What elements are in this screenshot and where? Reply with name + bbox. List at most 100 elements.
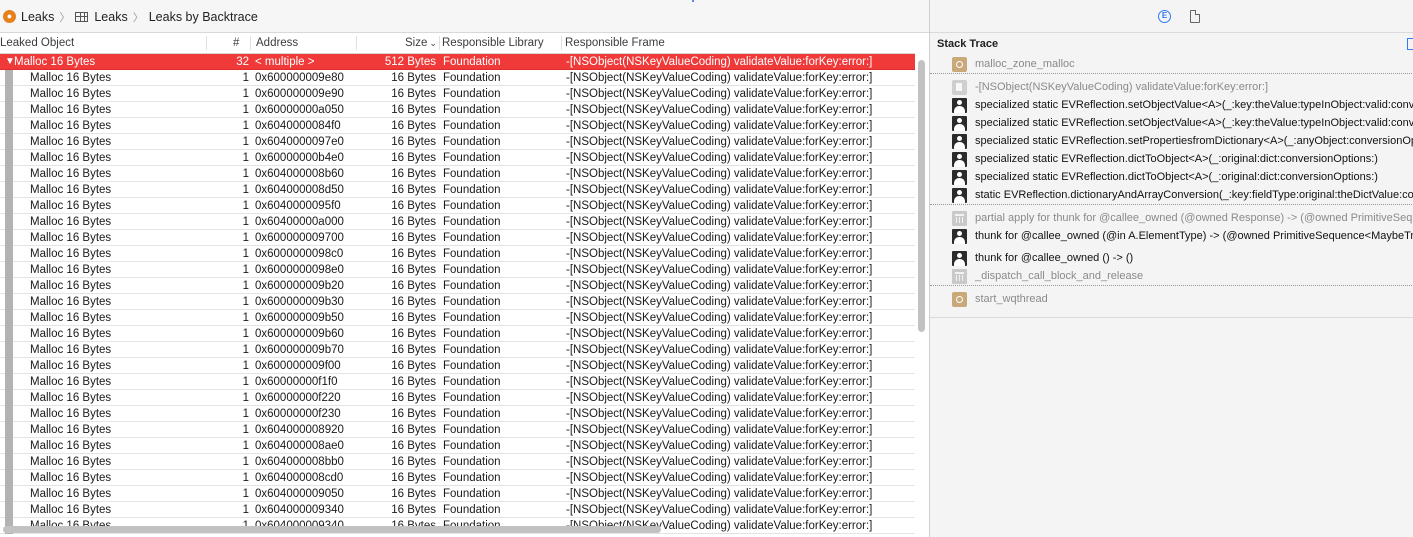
stack-trace-title: Stack Trace	[937, 38, 999, 50]
table-row[interactable]: Malloc 16 Bytes 1 0x60000000f230 16 Bytes Fo…	[0, 406, 915, 422]
table-row[interactable]: Malloc 16 Bytes 1 0x600000009e80 16 Bytes Fo…	[0, 70, 915, 86]
table-row[interactable]: Malloc 16 Bytes 1 0x604000009050 16 Bytes Fo…	[0, 486, 915, 502]
table-row-selected[interactable]: ▼ Malloc 16 Bytes 32 < multiple > 512 By…	[0, 54, 915, 70]
cell-frame: -[NSObject(NSKeyValueCoding) validateVal…	[566, 136, 873, 148]
table-row[interactable]: Malloc 16 Bytes 1 0x6000000098e0 16 Bytes Fo…	[0, 262, 915, 278]
breadcrumb-item-leaks-view[interactable]: Leaks	[94, 10, 127, 24]
table-row[interactable]: Malloc 16 Bytes 1 0x600000009b20 16 Bytes Fo…	[0, 278, 915, 294]
cell-address: 0x600000009b60	[255, 328, 344, 340]
stack-frame[interactable]: thunk for @callee_owned (@in A.ElementTy…	[930, 227, 1413, 245]
user-icon	[952, 152, 967, 167]
row-group-indicator	[5, 486, 13, 502]
stack-frame-label: specialized static EVReflection.setPrope…	[975, 135, 1413, 147]
table-row[interactable]: Malloc 16 Bytes 1 0x60000000f220 16 Bytes Fo…	[0, 390, 915, 406]
table-row[interactable]: Malloc 16 Bytes 1 0x600000009e90 16 Bytes Fo…	[0, 86, 915, 102]
table-row[interactable]: Malloc 16 Bytes 1 0x600000009b70 16 Bytes Fo…	[0, 342, 915, 358]
table-row[interactable]: Malloc 16 Bytes 1 0x604000008cd0 16 Bytes Fo…	[0, 470, 915, 486]
cell-address: 0x604000008bb0	[255, 456, 344, 468]
horizontal-scrollbar[interactable]	[0, 524, 915, 535]
column-header-address[interactable]: Address	[256, 37, 298, 49]
column-header-size[interactable]: Size ⌄	[405, 37, 437, 49]
column-header-leaked-object[interactable]: Leaked Object	[0, 37, 74, 49]
stack-frame[interactable]: thunk for @callee_owned () -> ()	[930, 249, 1413, 267]
table-row[interactable]: Malloc 16 Bytes 1 0x60000000a050 16 Bytes Fo…	[0, 102, 915, 118]
table-row[interactable]: Malloc 16 Bytes 1 0x604000008bb0 16 Bytes Fo…	[0, 454, 915, 470]
table-row[interactable]: Malloc 16 Bytes 1 0x6040000095f0 16 Bytes Fo…	[0, 198, 915, 214]
table-row[interactable]: Malloc 16 Bytes 1 0x600000009b30 16 Bytes Fo…	[0, 294, 915, 310]
stack-frame[interactable]: static EVReflection.dictionaryAndArrayCo…	[930, 186, 1413, 205]
cell-size: 16 Bytes	[391, 360, 436, 372]
cell-frame: -[NSObject(NSKeyValueCoding) validateVal…	[566, 344, 873, 356]
cell-library: Foundation	[443, 88, 501, 100]
stack-frame[interactable]: specialized static EVReflection.setObjec…	[930, 96, 1413, 114]
cell-address: 0x60000000a050	[255, 104, 344, 116]
table-view-icon	[75, 11, 89, 22]
cell-count: 1	[242, 168, 249, 180]
extended-detail-icon[interactable]: E	[1158, 10, 1171, 23]
table-row[interactable]: Malloc 16 Bytes 1 0x604000009340 16 Bytes Fo…	[0, 502, 915, 518]
table-row[interactable]: Malloc 16 Bytes 1 0x604000008920 16 Bytes Fo…	[0, 422, 915, 438]
cell-frame: -[NSObject(NSKeyValueCoding) validateVal…	[566, 248, 873, 260]
table-row[interactable]: Malloc 16 Bytes 1 0x604000008d50 16 Bytes Fo…	[0, 182, 915, 198]
cell-frame: -[NSObject(NSKeyValueCoding) validateVal…	[566, 104, 873, 116]
column-header-count[interactable]: #	[233, 37, 239, 49]
table-row[interactable]: Malloc 16 Bytes 1 0x60400000a000 16 Bytes Fo…	[0, 214, 915, 230]
column-divider[interactable]	[206, 36, 207, 50]
breadcrumb-item-leaks-by-backtrace[interactable]: Leaks by Backtrace	[149, 10, 258, 24]
cell-size: 16 Bytes	[391, 152, 436, 164]
cell-library: Foundation	[443, 248, 501, 260]
stack-frame[interactable]: -[NSObject(NSKeyValueCoding) validateVal…	[930, 78, 1413, 96]
column-header-frame[interactable]: Responsible Frame	[565, 37, 665, 49]
cell-leaked-object: Malloc 16 Bytes	[30, 88, 112, 100]
cell-library: Foundation	[443, 312, 501, 324]
cell-address: 0x604000008920	[255, 424, 344, 436]
table-row[interactable]: Malloc 16 Bytes 1 0x600000009f00 16 Bytes Fo…	[0, 358, 915, 374]
row-group-indicator	[5, 134, 13, 150]
stack-frame[interactable]: specialized static EVReflection.setPrope…	[930, 132, 1413, 150]
breadcrumb-item-leaks[interactable]: Leaks	[21, 10, 54, 24]
table-row[interactable]: Malloc 16 Bytes 1 0x600000009700 16 Bytes Fo…	[0, 230, 915, 246]
column-divider[interactable]	[250, 36, 251, 50]
horizontal-scroll-thumb[interactable]	[3, 526, 661, 533]
table-row[interactable]: Malloc 16 Bytes 1 0x6040000097e0 16 Bytes Fo…	[0, 134, 915, 150]
cell-library: Foundation	[443, 200, 501, 212]
vertical-scroll-thumb[interactable]	[918, 60, 925, 332]
table-row[interactable]: Malloc 16 Bytes 1 0x604000008b60 16 Bytes Fo…	[0, 166, 915, 182]
stack-frame[interactable]: specialized static EVReflection.dictToOb…	[930, 150, 1413, 168]
cell-size: 16 Bytes	[391, 104, 436, 116]
table-row[interactable]: Malloc 16 Bytes 1 0x60000000b4e0 16 Bytes Fo…	[0, 150, 915, 166]
cell-frame: -[NSObject(NSKeyValueCoding) validateVal…	[566, 376, 873, 388]
stack-frame[interactable]: _dispatch_call_block_and_release	[930, 267, 1413, 286]
column-divider[interactable]	[439, 36, 440, 50]
stack-frame[interactable]: start_wqthread	[930, 290, 1413, 308]
stack-frame[interactable]: specialized static EVReflection.dictToOb…	[930, 168, 1413, 186]
stack-frame[interactable]: specialized static EVReflection.setObjec…	[930, 114, 1413, 132]
table-row[interactable]: Malloc 16 Bytes 1 0x604000008ae0 16 Bytes Fo…	[0, 438, 915, 454]
vertical-scrollbar[interactable]	[917, 55, 926, 515]
column-divider[interactable]	[356, 36, 357, 50]
cell-address: 0x604000008b60	[255, 168, 344, 180]
cell-frame: -[NSObject(NSKeyValueCoding) validateVal…	[566, 296, 873, 308]
stack-trace-options-icon[interactable]	[1407, 38, 1413, 50]
table-row[interactable]: Malloc 16 Bytes 1 0x60000000f1f0 16 Bytes Fo…	[0, 374, 915, 390]
cell-leaked-object: Malloc 16 Bytes	[30, 456, 112, 468]
sort-descending-icon: ⌄	[429, 38, 437, 48]
column-header-library[interactable]: Responsible Library	[442, 37, 544, 49]
column-divider[interactable]	[561, 36, 562, 50]
cell-leaked-object: Malloc 16 Bytes	[30, 296, 112, 308]
stack-frame[interactable]: malloc_zone_malloc	[930, 55, 1413, 74]
document-icon[interactable]	[1190, 10, 1200, 23]
table-row[interactable]: Malloc 16 Bytes 1 0x600000009b50 16 Bytes Fo…	[0, 310, 915, 326]
cell-address: 0x604000008ae0	[255, 440, 344, 452]
row-group-indicator	[5, 70, 13, 86]
table-row[interactable]: Malloc 16 Bytes 1 0x6000000098c0 16 Bytes Fo…	[0, 246, 915, 262]
library-icon	[952, 269, 967, 284]
table-row[interactable]: Malloc 16 Bytes 1 0x6040000084f0 16 Bytes Fo…	[0, 118, 915, 134]
cell-size: 16 Bytes	[391, 280, 436, 292]
stack-trace-list: malloc_zone_malloc -[NSObject(NSKeyValueC…	[930, 55, 1413, 308]
cell-leaked-object: Malloc 16 Bytes	[14, 56, 96, 68]
stack-frame[interactable]: partial apply for thunk for @callee_owne…	[930, 209, 1413, 227]
table-row[interactable]: Malloc 16 Bytes 1 0x600000009b60 16 Bytes Fo…	[0, 326, 915, 342]
cell-library: Foundation	[443, 216, 501, 228]
cell-size: 16 Bytes	[391, 264, 436, 276]
